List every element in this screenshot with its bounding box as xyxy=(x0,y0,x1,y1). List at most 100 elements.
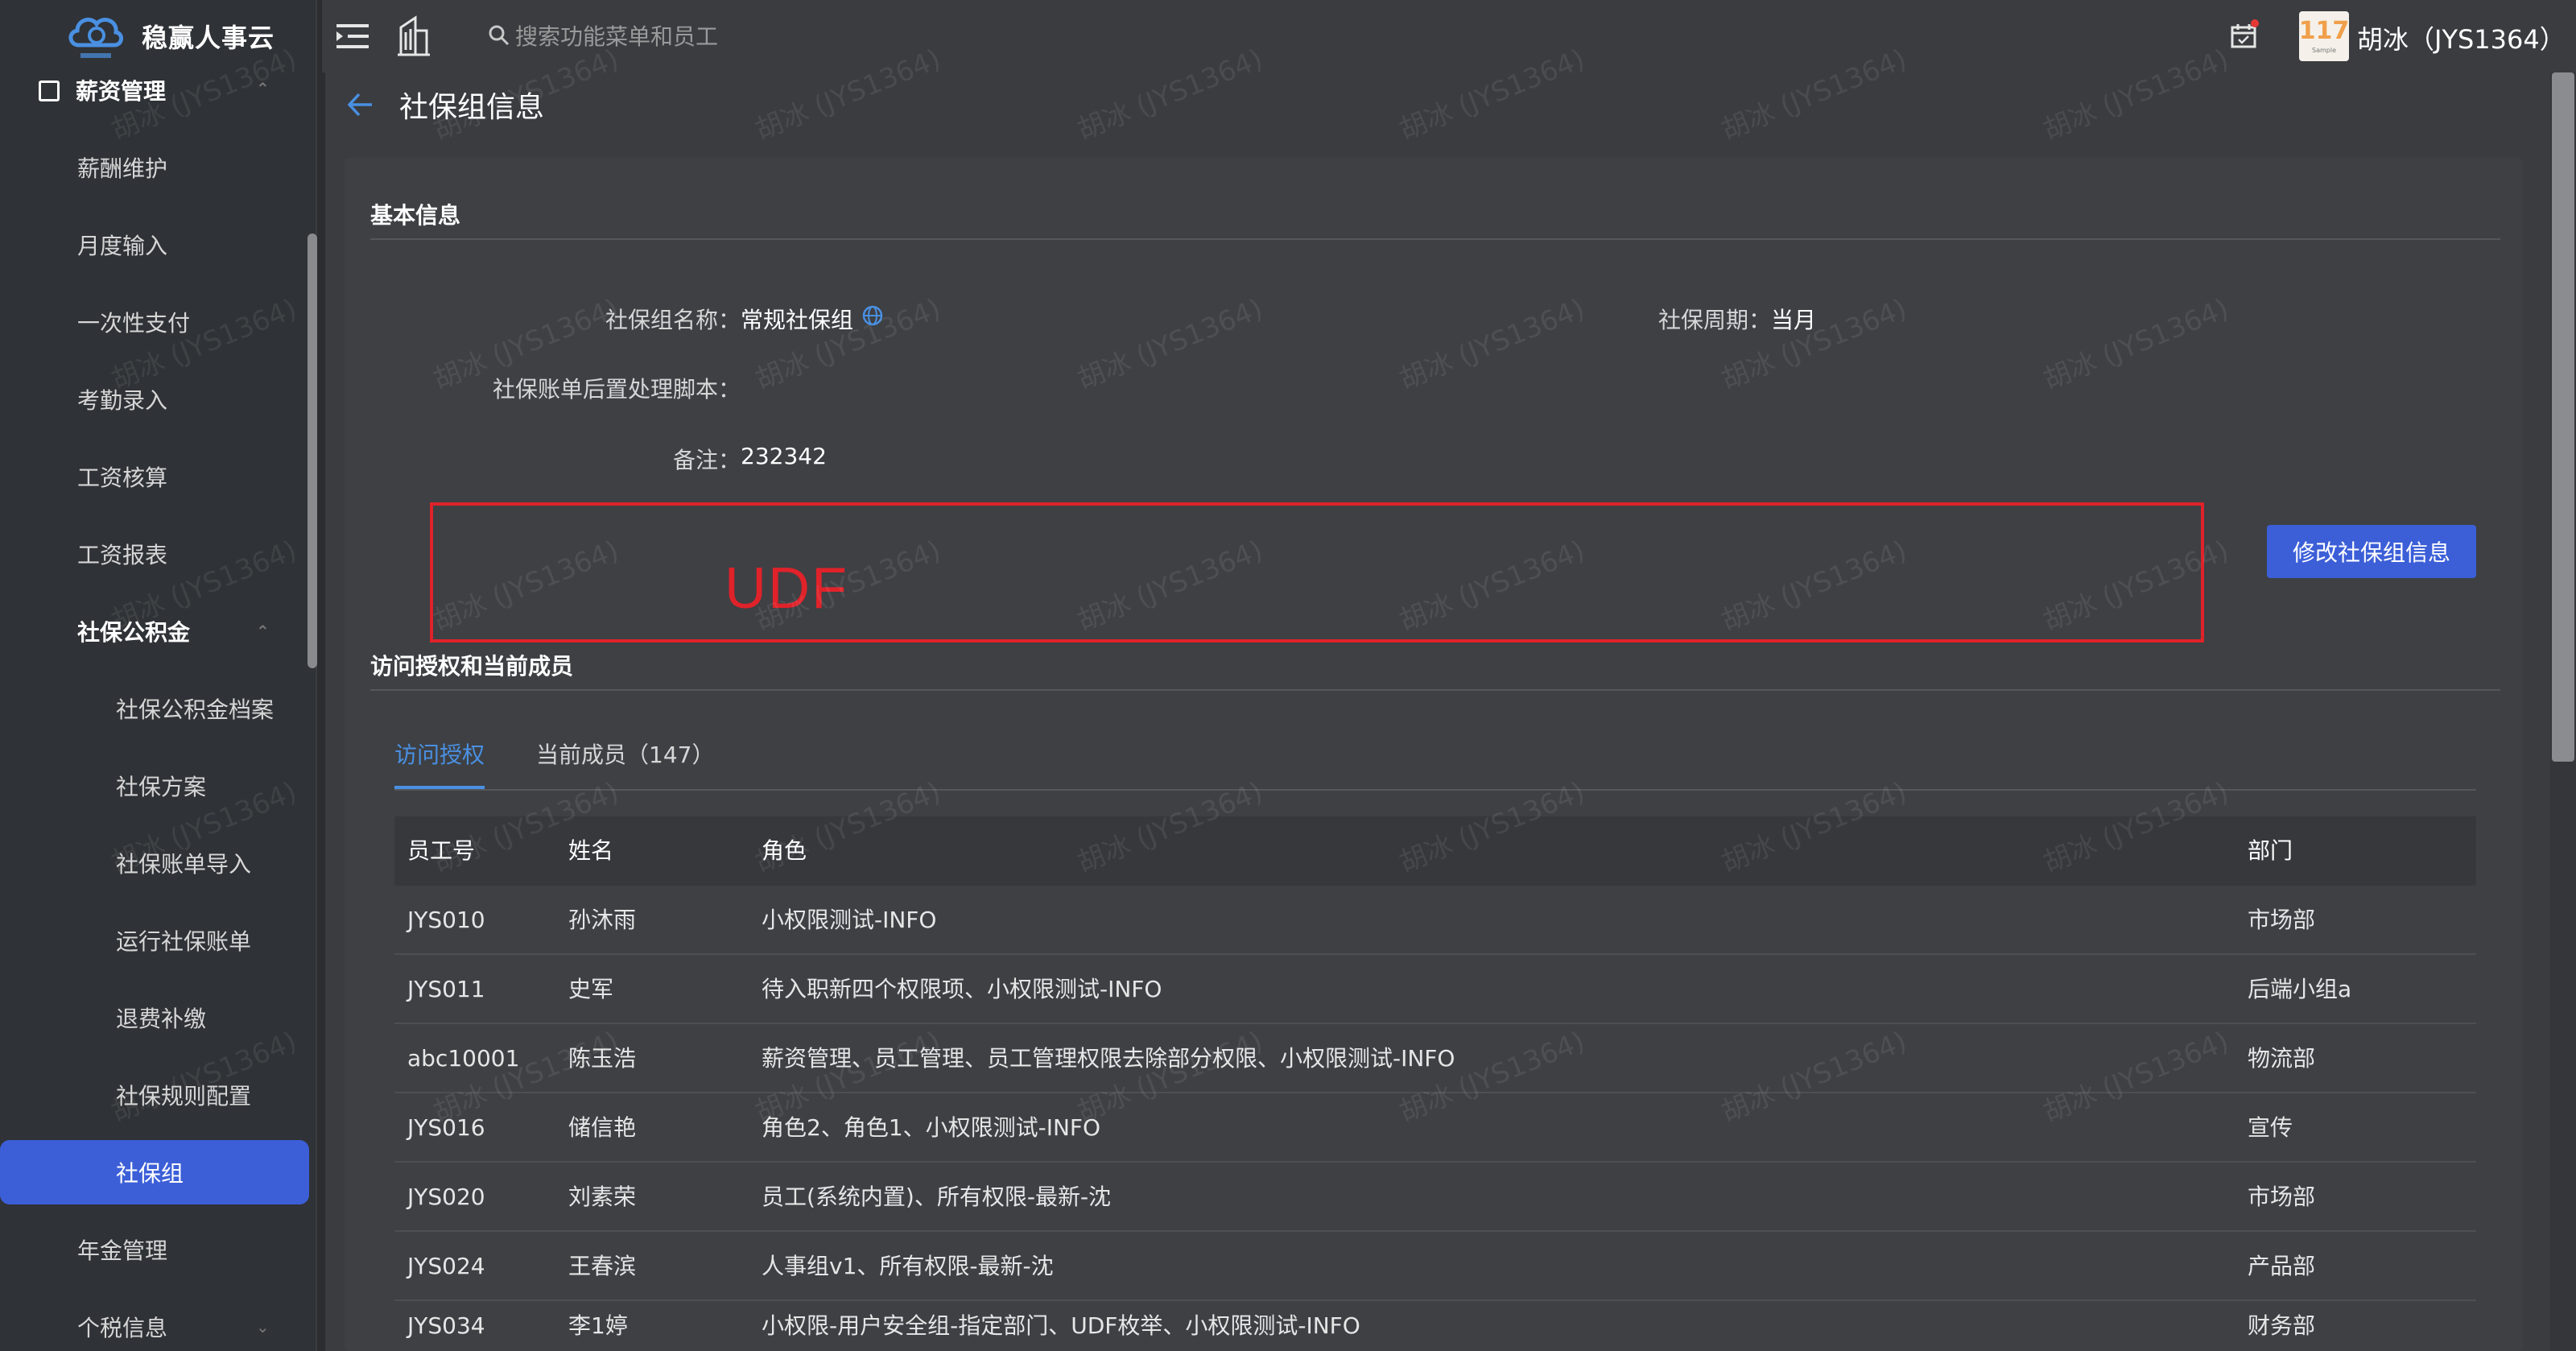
sidebar-item-label: 工资报表 xyxy=(77,542,168,568)
sidebar-item-label: 运行社保账单 xyxy=(116,928,252,955)
cell-role: 角色2、角色1、小权限测试-INFO xyxy=(762,1114,1101,1141)
field-label-script: 社保账单后置处理脚本： xyxy=(492,376,741,403)
table-row[interactable]: JYS020 刘素荣 员工(系统内置)、所有权限-最新-沈 市场部 xyxy=(394,1163,2476,1232)
sidebar-group-salary[interactable]: 薪资管理 ⌃ xyxy=(0,64,309,116)
divider xyxy=(370,238,2500,240)
cell-id: JYS010 xyxy=(407,907,485,933)
user-name[interactable]: 胡冰（JYS1364） xyxy=(2357,19,2566,56)
cell-id: abc10001 xyxy=(407,1045,520,1072)
chevron-up-icon: ⌃ xyxy=(256,622,270,641)
cell-id: JYS024 xyxy=(407,1253,485,1279)
building-icon[interactable] xyxy=(396,13,431,56)
sidebar-item-label: 月度输入 xyxy=(77,233,168,259)
cell-dept: 市场部 xyxy=(2248,1184,2316,1210)
top-bar: 117 Sample 胡冰（JYS1364） xyxy=(322,0,2576,72)
tab-members[interactable]: 当前成员（147） xyxy=(536,737,714,770)
sidebar-item-run-bill[interactable]: 运行社保账单 xyxy=(0,908,309,973)
field-label-cycle: 社保周期： xyxy=(1657,307,1771,333)
udf-annotation-text: UDF xyxy=(724,556,848,621)
sidebar: 稳赢人事云 薪资管理 ⌃ 薪酬维护 月度输入 一次性支付 考勤录入 工资核算 工… xyxy=(0,0,317,1351)
sidebar-item-payroll[interactable]: 工资核算 xyxy=(0,444,309,509)
cell-name: 储信艳 xyxy=(568,1114,637,1141)
sidebar-item-salary-report[interactable]: 工资报表 xyxy=(0,522,309,586)
sidebar-item-bill-import[interactable]: 社保账单导入 xyxy=(0,831,309,895)
table-row[interactable]: JYS034 李1婷 小权限-用户安全组-指定部门、UDF枚举、小权限测试-IN… xyxy=(394,1301,2476,1351)
column-header: 员工号 xyxy=(407,837,476,864)
cell-id: JYS016 xyxy=(407,1114,485,1141)
sidebar-item-social-archive[interactable]: 社保公积金档案 xyxy=(0,676,309,741)
cell-name: 李1婷 xyxy=(568,1312,628,1339)
field-value-remark: 232342 xyxy=(741,443,827,469)
cell-role: 小权限测试-INFO xyxy=(762,907,937,933)
back-arrow-icon[interactable] xyxy=(346,90,375,119)
cell-dept: 物流部 xyxy=(2248,1045,2316,1072)
sidebar-item-one-time-pay[interactable]: 一次性支付 xyxy=(0,290,309,354)
table-row[interactable]: JYS010 孙沐雨 小权限测试-INFO 市场部 xyxy=(394,886,2476,955)
notification-dot xyxy=(2251,19,2259,27)
sidebar-item-label: 社保公积金档案 xyxy=(116,696,275,723)
table-row[interactable]: JYS024 王春滨 人事组v1、所有权限-最新-沈 产品部 xyxy=(394,1232,2476,1301)
field-value-group-name: 常规社保组 xyxy=(741,307,854,333)
sidebar-item-monthly-input[interactable]: 月度输入 xyxy=(0,213,309,277)
cell-name: 王春滨 xyxy=(568,1253,637,1279)
cell-name: 史军 xyxy=(568,976,614,1002)
sidebar-divider xyxy=(317,0,325,1351)
cell-dept: 财务部 xyxy=(2248,1312,2316,1339)
column-header: 部门 xyxy=(2248,837,2293,864)
sidebar-item-label: 年金管理 xyxy=(77,1237,168,1264)
cell-role: 小权限-用户安全组-指定部门、UDF枚举、小权限测试-INFO xyxy=(762,1312,1360,1339)
sidebar-item-tax[interactable]: 个税信息 ⌄ xyxy=(0,1295,309,1351)
cell-name: 孙沐雨 xyxy=(568,907,637,933)
sidebar-item-label: 社保规则配置 xyxy=(116,1083,252,1109)
app-name: 稳赢人事云 xyxy=(142,23,275,53)
sidebar-item-label: 个税信息 xyxy=(77,1315,168,1341)
table-row[interactable]: JYS011 史军 待入职新四个权限项、小权限测试-INFO 后端小组a xyxy=(394,955,2476,1024)
globe-icon[interactable] xyxy=(861,304,884,327)
sidebar-item-social-plan[interactable]: 社保方案 xyxy=(0,754,309,818)
edit-social-group-button[interactable]: 修改社保组信息 xyxy=(2267,525,2476,578)
search-input[interactable] xyxy=(515,18,1159,55)
tab-access[interactable]: 访问授权 xyxy=(394,737,485,770)
menu-fold-icon[interactable] xyxy=(336,23,369,50)
cell-dept: 宣传 xyxy=(2248,1114,2293,1141)
field-label-remark: 备注： xyxy=(672,447,741,473)
access-section-title: 访问授权和当前成员 xyxy=(370,653,574,680)
search-icon xyxy=(489,25,510,46)
sidebar-item-label: 考勤录入 xyxy=(77,387,168,414)
page-title: 社保组信息 xyxy=(399,91,545,124)
cell-dept: 后端小组a xyxy=(2248,976,2352,1002)
sidebar-group-social[interactable]: 社保公积金 ⌃ xyxy=(0,599,309,663)
sidebar-item-label: 工资核算 xyxy=(77,465,168,491)
cell-role: 人事组v1、所有权限-最新-沈 xyxy=(762,1253,1054,1279)
sidebar-item-annuity[interactable]: 年金管理 xyxy=(0,1217,309,1282)
sidebar-item-salary-maintain[interactable]: 薪酬维护 xyxy=(0,135,309,200)
sidebar-item-label: 退费补缴 xyxy=(116,1006,207,1032)
cell-role: 待入职新四个权限项、小权限测试-INFO xyxy=(762,976,1162,1002)
sidebar-item-label: 社保账单导入 xyxy=(116,851,252,878)
chevron-up-icon: ⌃ xyxy=(256,79,270,98)
table-row[interactable]: abc10001 陈玉浩 薪资管理、员工管理、员工管理权限去除部分权限、小权限测… xyxy=(394,1024,2476,1093)
cell-dept: 市场部 xyxy=(2248,907,2316,933)
chevron-down-icon: ⌄ xyxy=(256,1317,270,1337)
column-header: 角色 xyxy=(762,837,807,864)
sidebar-scrollbar[interactable] xyxy=(308,233,317,668)
sidebar-group-label: 薪资管理 xyxy=(76,78,167,105)
table-row[interactable]: JYS016 储信艳 角色2、角色1、小权限测试-INFO 宣传 xyxy=(394,1093,2476,1163)
page-scrollbar-thumb[interactable] xyxy=(2552,72,2574,762)
sidebar-item-label: 薪酬维护 xyxy=(77,155,168,182)
sidebar-item-refund[interactable]: 退费补缴 xyxy=(0,985,309,1050)
avatar[interactable]: 117 Sample xyxy=(2299,11,2349,61)
logo[interactable]: 稳赢人事云 xyxy=(0,0,316,72)
cell-id: JYS020 xyxy=(407,1184,485,1210)
sidebar-item-social-group[interactable]: 社保组 xyxy=(0,1140,309,1204)
sidebar-item-rule-config[interactable]: 社保规则配置 xyxy=(0,1063,309,1127)
field-value-cycle: 当月 xyxy=(1771,307,1817,333)
tab-bar-divider xyxy=(394,789,2476,791)
sidebar-item-label: 一次性支付 xyxy=(77,310,191,337)
salary-icon xyxy=(39,81,60,101)
sidebar-item-attendance[interactable]: 考勤录入 xyxy=(0,367,309,432)
cell-role: 员工(系统内置)、所有权限-最新-沈 xyxy=(762,1184,1112,1210)
cloud-logo-icon xyxy=(64,10,127,63)
cell-id: JYS034 xyxy=(407,1312,485,1339)
cell-id: JYS011 xyxy=(407,976,485,1002)
